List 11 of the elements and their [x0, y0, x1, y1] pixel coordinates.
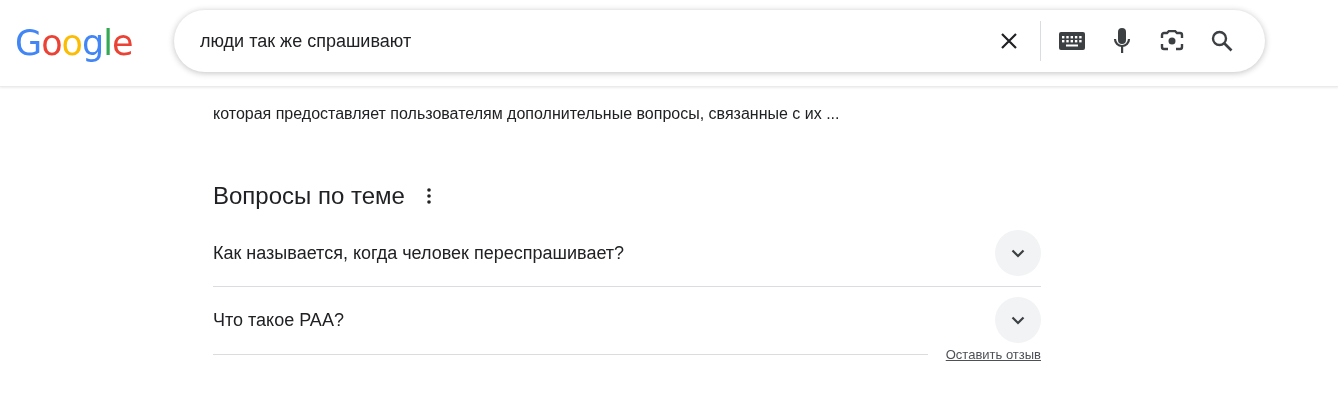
feedback-link[interactable]: Оставить отзыв [945, 347, 1041, 362]
chevron-down-icon [1011, 315, 1025, 325]
question-text: Как называется, когда человек переспрашивает? [213, 242, 625, 264]
snippet-text: которая предоставляет пользователям дополнительные вопросы, связанные с их ... [213, 104, 841, 124]
chevron-down-icon [1011, 248, 1025, 258]
question-text: Что такое PAA? [213, 309, 344, 331]
search-field[interactable]: люди так же спрашивают [198, 29, 984, 53]
section-title: Вопросы по теме [213, 182, 405, 210]
logo[interactable]: Google [0, 23, 174, 63]
question-row[interactable]: Как называется, когда человек переспрашивает? [213, 220, 1041, 287]
more-icon[interactable] [426, 188, 431, 204]
